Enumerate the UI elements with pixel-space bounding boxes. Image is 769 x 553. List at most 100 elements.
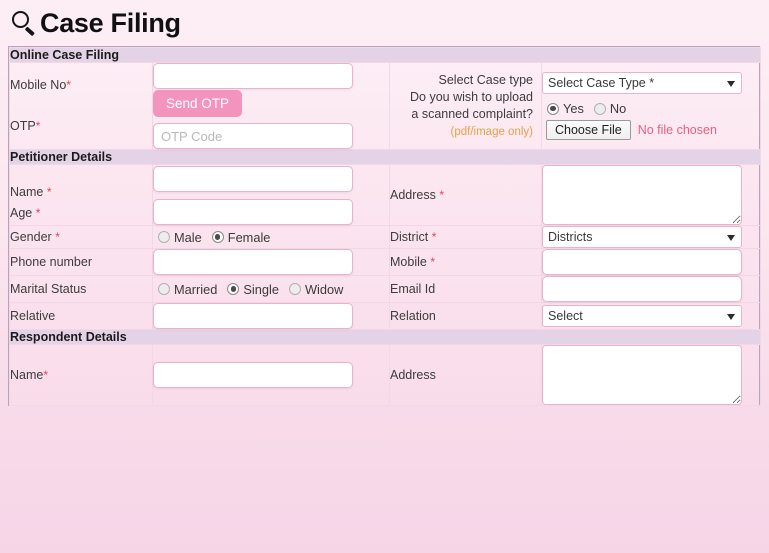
radio-upload-no[interactable] — [593, 102, 606, 115]
label-petitioner-relative: Relative — [9, 302, 153, 330]
row-respondent-name-address: Name* Address — [9, 344, 762, 406]
section-header-row-respondent: Respondent Details — [8, 329, 762, 345]
respondent-address-textarea[interactable] — [542, 345, 742, 405]
petitioner-mobile-input[interactable] — [542, 249, 742, 275]
label-respondent-address: Address — [389, 344, 542, 406]
radio-gender-female[interactable] — [211, 231, 224, 243]
relation-select-wrapper[interactable]: Select — [542, 305, 742, 327]
send-otp-button[interactable]: Send OTP — [153, 90, 243, 117]
label-petitioner-relative-text: Relative — [10, 309, 56, 323]
label-petitioner-marital-status: Marital Status — [9, 275, 153, 303]
label-select-case-type: Select Case type — [438, 72, 534, 87]
choose-file-button[interactable]: Choose File — [546, 120, 631, 140]
marital-single-option[interactable]: Single — [227, 282, 279, 297]
note-pdf-image-only: (pdf/image only) — [450, 125, 533, 138]
petitioner-address-textarea[interactable] — [542, 165, 742, 225]
required-marker: * — [66, 78, 71, 92]
upload-yes-label: Yes — [563, 101, 584, 116]
section-heading-online-case-filing: Online Case Filing — [8, 47, 762, 63]
district-select[interactable]: Districts — [542, 226, 742, 248]
field-petitioner-gender: Male Female — [152, 225, 390, 249]
file-status-text: No file chosen — [637, 123, 717, 137]
field-case-type-and-upload: Select Case Type * Yes No Choose File No… — [540, 62, 762, 150]
page-title-bar: Case Filing — [0, 0, 769, 46]
label-petitioner-relation: Relation — [389, 302, 542, 330]
radio-marital-widow[interactable] — [288, 283, 301, 295]
upload-choice-radio-group: Yes No — [542, 101, 760, 116]
petitioner-name-input[interactable] — [153, 165, 353, 192]
petitioner-email-input[interactable] — [542, 276, 742, 302]
label-respondent-name-text: Name — [10, 368, 44, 382]
label-petitioner-email-text: Email Id — [390, 282, 436, 296]
radio-upload-yes[interactable] — [547, 102, 559, 115]
radio-marital-married[interactable] — [158, 283, 170, 295]
radio-marital-single[interactable] — [227, 283, 240, 295]
label-upload-question-line2: a scanned complaint? — [411, 106, 533, 121]
row-petitioner-name-age-address: Name * Age * Address * — [9, 164, 762, 226]
label-petitioner-name-age: Name * Age * — [9, 164, 153, 226]
radio-gender-male[interactable] — [158, 231, 170, 243]
label-petitioner-mobile: Mobile * — [389, 248, 542, 276]
label-mobile-no-text: Mobile No — [10, 78, 67, 92]
label-petitioner-phone: Phone number — [9, 248, 153, 276]
field-petitioner-phone — [152, 248, 390, 276]
label-respondent-name: Name* — [9, 344, 153, 406]
label-petitioner-name-text: Name — [10, 184, 44, 199]
marital-widow-option[interactable]: Widow — [288, 281, 344, 297]
marital-single-label: Single — [243, 281, 279, 297]
label-case-type-and-upload: Select Case type Do you wish to upload a… — [389, 62, 542, 150]
row-petitioner-gender-district: Gender * Male Female District * District… — [9, 225, 762, 249]
required-marker: * — [35, 205, 41, 220]
form-table: Online Case Filing Mobile No* OTP* Send … — [8, 47, 762, 406]
label-petitioner-gender-text: Gender — [10, 230, 52, 244]
field-petitioner-relative — [152, 302, 390, 330]
field-petitioner-address — [540, 164, 762, 226]
petitioner-age-input[interactable] — [153, 198, 353, 225]
case-type-select-wrapper[interactable]: Select Case Type * — [542, 72, 742, 94]
label-mobile-no: Mobile No* OTP* — [9, 62, 153, 150]
upload-no-option[interactable]: No — [593, 101, 627, 116]
label-petitioner-phone-text: Phone number — [10, 255, 93, 269]
gender-male-label: Male — [174, 229, 202, 245]
upload-yes-option[interactable]: Yes — [547, 101, 584, 116]
field-petitioner-name-age — [152, 164, 390, 226]
label-petitioner-address-text: Address — [390, 188, 436, 202]
petitioner-phone-input[interactable] — [153, 249, 353, 275]
section-header-row-petitioner: Petitioner Details — [8, 149, 762, 165]
marital-widow-label: Widow — [304, 281, 344, 297]
case-filing-form: Online Case Filing Mobile No* OTP* Send … — [8, 46, 762, 406]
file-upload-row: Choose File No file chosen — [542, 120, 760, 140]
gender-radio-group: Male Female — [153, 230, 389, 245]
label-petitioner-district-text: District — [390, 230, 429, 244]
required-marker: * — [46, 184, 52, 199]
marital-married-label: Married — [174, 281, 218, 297]
otp-code-input[interactable] — [153, 123, 353, 149]
relation-select[interactable]: Select — [542, 305, 742, 327]
gender-female-option[interactable]: Female — [211, 230, 270, 245]
field-petitioner-marital-status: Married Single Widow — [152, 275, 390, 303]
gender-male-option[interactable]: Male — [158, 230, 202, 245]
mobile-number-input[interactable] — [153, 63, 353, 89]
case-type-select[interactable]: Select Case Type * — [542, 72, 742, 94]
label-otp-text: OTP — [10, 119, 36, 133]
label-respondent-address-text: Address — [390, 368, 436, 382]
label-petitioner-age-text: Age — [10, 205, 33, 220]
section-header-row-online-case-filing: Online Case Filing — [8, 47, 762, 63]
marital-married-option[interactable]: Married — [158, 282, 217, 297]
label-petitioner-address: Address * — [389, 164, 542, 226]
required-marker: * — [430, 255, 435, 269]
row-mobile-otp: Mobile No* OTP* Send OTP Select Case typ… — [9, 62, 762, 150]
respondent-name-input[interactable] — [153, 362, 353, 388]
upload-no-label: No — [609, 101, 627, 116]
row-petitioner-marital-email: Marital Status Married Single Widow Emai… — [9, 275, 762, 303]
field-mobile-otp: Send OTP — [152, 62, 390, 150]
petitioner-relative-input[interactable] — [153, 303, 353, 329]
search-icon — [10, 9, 38, 37]
field-respondent-name — [152, 344, 390, 406]
district-select-wrapper[interactable]: Districts — [542, 226, 742, 248]
label-petitioner-mobile-text: Mobile — [390, 255, 427, 269]
field-petitioner-mobile — [540, 248, 762, 276]
field-petitioner-relation: Select — [540, 302, 762, 330]
field-petitioner-email — [540, 275, 762, 303]
required-marker: * — [431, 230, 437, 244]
